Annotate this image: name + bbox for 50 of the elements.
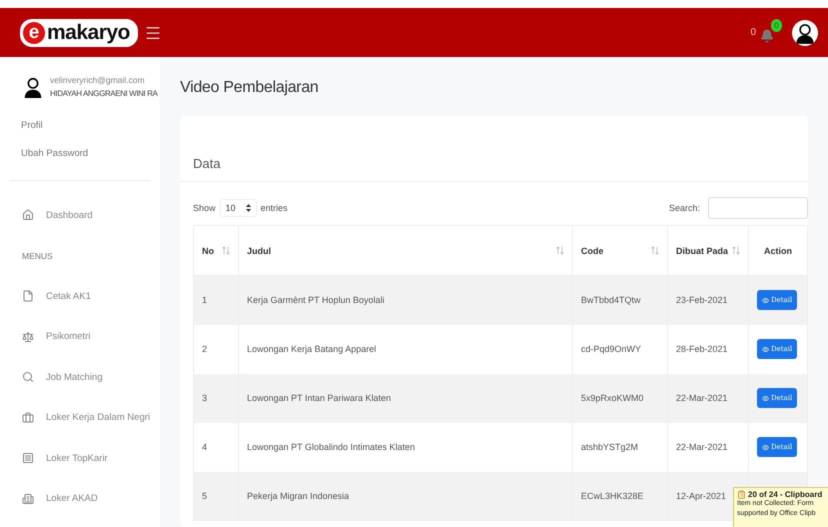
eye-icon — [762, 296, 769, 304]
sidebar-item[interactable]: Psikometri — [0, 316, 160, 357]
account-link[interactable]: Ubah Password — [0, 140, 160, 168]
menu-heading: MENUS — [21, 250, 54, 263]
logo-text: makaryo — [47, 20, 130, 44]
sort-icon[interactable] — [556, 246, 564, 255]
eye-icon — [762, 346, 769, 352]
sidebar-item[interactable]: Dashboard — [0, 195, 160, 236]
user-silhouette-icon — [22, 76, 44, 98]
notification-badge: 0 — [771, 18, 782, 32]
search-label: Search: — [668, 203, 700, 213]
sort-icon[interactable] — [222, 246, 230, 255]
notification-count: 0 — [750, 27, 756, 38]
entries-select[interactable]: 10 — [220, 199, 257, 217]
logo[interactable]: e makaryo — [20, 18, 138, 46]
sidebar-item[interactable]: Cetak AK1 — [0, 276, 160, 316]
eye-icon — [762, 444, 769, 450]
list-icon — [22, 452, 34, 464]
entries-label: entries — [260, 203, 288, 213]
logo-mark: e — [23, 22, 45, 44]
card-title: Data — [193, 156, 222, 171]
table-cell: 5 — [194, 472, 238, 520]
house-icon — [22, 209, 34, 222]
sidebar-item[interactable]: Loker TopKarir — [0, 438, 160, 478]
sidebar-item[interactable]: Job Matching — [0, 357, 160, 398]
briefcase-icon — [22, 412, 34, 424]
column-header[interactable]: No — [194, 226, 238, 276]
user-email: velinveryrich@gmail.com — [50, 75, 146, 85]
popup-title: 20 of 24 - Clipboard — [748, 490, 822, 499]
building-icon — [22, 492, 34, 505]
page-title: Video Pembelajaran — [180, 79, 320, 97]
column-header[interactable]: Judul — [238, 226, 572, 276]
table-cell: Pekerja Migran Indonesia — [238, 472, 572, 520]
sort-icon[interactable] — [651, 246, 659, 255]
up-down-arrows-icon — [246, 204, 251, 212]
search-icon — [22, 371, 34, 384]
sidebar-item[interactable]: Loker Kerja Dalam Negri — [0, 398, 160, 438]
user-avatar[interactable] — [792, 20, 818, 46]
show-label: Show — [193, 203, 216, 213]
sidebar-item[interactable]: Loker AKAD — [0, 478, 160, 519]
scale-icon — [22, 330, 34, 343]
table-cell: ECwL3HK328E — [572, 472, 668, 520]
account-link[interactable]: Profil — [0, 112, 160, 140]
bell-icon[interactable] — [760, 28, 774, 42]
eye-icon — [762, 394, 769, 402]
document-icon — [22, 290, 34, 302]
search-field[interactable] — [708, 197, 808, 219]
clipboard-icon — [737, 490, 746, 499]
user-name: HIDAYAH ANGGRAENI WINI RA — [50, 89, 158, 98]
sort-icon[interactable] — [732, 246, 740, 255]
